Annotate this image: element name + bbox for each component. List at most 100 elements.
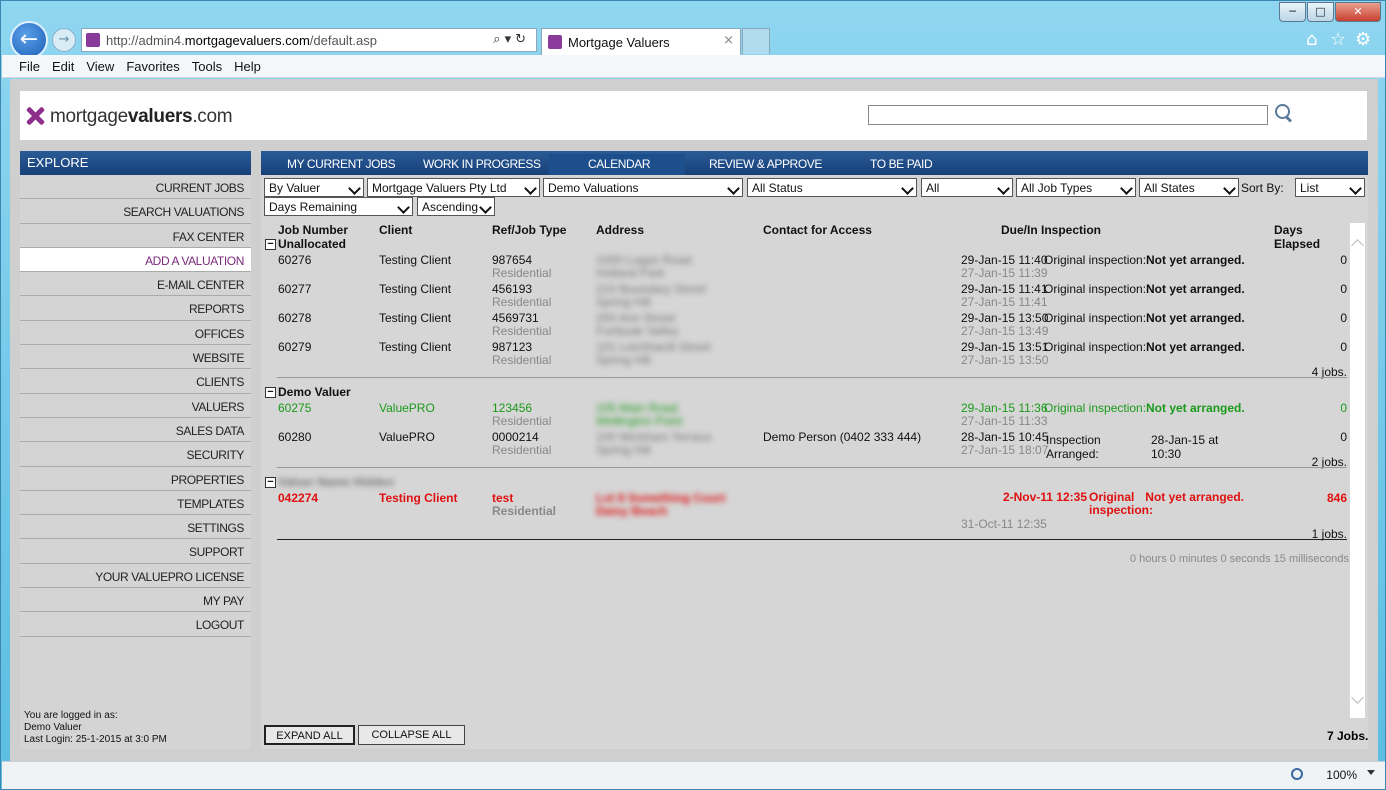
job-types-select[interactable]: All Job Types bbox=[1016, 178, 1136, 197]
view-select[interactable]: List bbox=[1295, 178, 1365, 197]
client-cell: ValuePRO bbox=[379, 401, 435, 415]
job-number-link[interactable]: 60276 bbox=[278, 253, 311, 267]
scroll-down-icon[interactable] bbox=[1351, 691, 1364, 704]
job-number-link[interactable]: 60279 bbox=[278, 340, 311, 354]
states-select[interactable]: All States bbox=[1139, 178, 1239, 197]
sidebar-item-valuers[interactable]: VALUERS bbox=[20, 394, 251, 418]
menu-file[interactable]: File bbox=[2, 55, 46, 74]
sidebar-item-e-mail-center[interactable]: E-MAIL CENTER bbox=[20, 272, 251, 297]
collapse-group-icon[interactable]: − bbox=[265, 239, 276, 250]
days-select[interactable]: Days Remaining bbox=[264, 197, 413, 216]
logo-text[interactable]: mortgagevaluers.com bbox=[50, 106, 233, 128]
in-date: 27-Jan-15 11:41 bbox=[961, 295, 1048, 309]
days-elapsed: 0 bbox=[1340, 340, 1347, 354]
minimize-button[interactable]: ─ bbox=[1279, 2, 1306, 22]
logo-icon[interactable] bbox=[24, 105, 46, 127]
menu-favorites[interactable]: Favorites bbox=[120, 55, 185, 74]
address-tools-icon[interactable]: ⌕▾↻ bbox=[493, 32, 530, 47]
collapse-group-icon[interactable]: − bbox=[265, 477, 276, 488]
col-address[interactable]: Address bbox=[596, 223, 644, 237]
collapse-group-icon[interactable]: − bbox=[265, 387, 276, 398]
sidebar-item-security[interactable]: SECURITY bbox=[20, 442, 251, 467]
all-select[interactable]: All bbox=[921, 178, 1013, 197]
sidebar-item-settings[interactable]: SETTINGS bbox=[20, 515, 251, 540]
tab-my-current-jobs[interactable]: MY CURRENT JOBS bbox=[287, 157, 396, 171]
ref-cell: 4569731 bbox=[492, 311, 539, 325]
group-header: Demo Valuer bbox=[278, 385, 351, 399]
inspection-status: Not yet arranged. bbox=[1146, 401, 1245, 415]
zoom-dropdown-icon[interactable] bbox=[1367, 770, 1375, 775]
valuations-select[interactable]: Demo Valuations bbox=[543, 178, 743, 197]
scroll-up-icon[interactable] bbox=[1351, 239, 1364, 252]
sidebar-item-fax-center[interactable]: FAX CENTER bbox=[20, 224, 251, 248]
menu-edit[interactable]: Edit bbox=[46, 55, 80, 74]
company-select[interactable]: Mortgage Valuers Pty Ltd bbox=[367, 178, 540, 197]
tab-calendar[interactable]: CALENDAR bbox=[588, 157, 651, 171]
menu-help[interactable]: Help bbox=[228, 55, 267, 74]
job-number-link[interactable]: 60278 bbox=[278, 311, 311, 325]
collapse-all-button[interactable]: COLLAPSE ALL bbox=[358, 725, 465, 745]
sidebar-item-clients[interactable]: CLIENTS bbox=[20, 369, 251, 394]
tab-review-approve[interactable]: REVIEW & APPROVE bbox=[709, 157, 822, 171]
col-elapsed[interactable]: Days Elapsed bbox=[1274, 223, 1349, 251]
browser-tab[interactable]: Mortgage Valuers × bbox=[541, 28, 741, 55]
by-valuer-select[interactable]: By Valuer bbox=[264, 178, 364, 197]
col-ref[interactable]: Ref/Job Type bbox=[492, 223, 566, 237]
maximize-button[interactable]: □ bbox=[1307, 2, 1334, 22]
menu-tools[interactable]: Tools bbox=[186, 55, 228, 74]
tab-close-icon[interactable]: × bbox=[723, 33, 734, 48]
job-number-link[interactable]: 60275 bbox=[278, 401, 311, 415]
job-number-link[interactable]: 042274 bbox=[278, 491, 318, 505]
sort-by-label: Sort By: bbox=[1241, 181, 1284, 195]
vertical-scrollbar[interactable] bbox=[1350, 223, 1365, 718]
order-select[interactable]: Ascending bbox=[417, 197, 495, 216]
sidebar-item-reports[interactable]: REPORTS bbox=[20, 296, 251, 321]
zoom-level[interactable]: 100% bbox=[1326, 768, 1357, 782]
job-type-cell: Residential bbox=[492, 266, 552, 280]
favorites-star-icon[interactable]: ☆ bbox=[1330, 29, 1346, 50]
job-type-cell: Residential bbox=[492, 324, 552, 338]
tab-to-be-paid[interactable]: TO BE PAID bbox=[870, 157, 933, 171]
sidebar-item-offices[interactable]: OFFICES bbox=[20, 321, 251, 346]
close-window-button[interactable]: ✕ bbox=[1335, 2, 1381, 22]
group-header: Valuer Name Hidden bbox=[278, 475, 395, 489]
job-number-link[interactable]: 60280 bbox=[278, 430, 311, 444]
sidebar-item-properties[interactable]: PROPERTIES bbox=[20, 467, 251, 491]
site-header: mortgagevaluers.com bbox=[20, 91, 1367, 140]
sidebar-item-your-valuepro-license[interactable]: YOUR VALUEPRO LICENSE bbox=[20, 564, 251, 589]
timing-text: 0 hours 0 minutes 0 seconds 15 milliseco… bbox=[1130, 553, 1349, 565]
sidebar-item-add-a-valuation[interactable]: ADD A VALUATION bbox=[20, 247, 251, 273]
zoom-icon[interactable] bbox=[1291, 768, 1303, 780]
page-content: mortgagevaluers.com EXPLORE CURRENT JOBS… bbox=[10, 79, 1378, 761]
sidebar-item-my-pay[interactable]: MY PAY bbox=[20, 588, 251, 613]
sidebar-item-current-jobs[interactable]: CURRENT JOBS bbox=[20, 175, 251, 200]
col-contact[interactable]: Contact for Access bbox=[763, 223, 872, 237]
col-due[interactable]: Due/In Inspection bbox=[1001, 223, 1101, 237]
main-tabs: MY CURRENT JOBS WORK IN PROGRESS CALENDAR R… bbox=[261, 151, 1368, 175]
address-line1: 1000 Logan Road bbox=[596, 253, 692, 267]
sidebar-item-sales-data[interactable]: SALES DATA bbox=[20, 418, 251, 443]
address-bar[interactable]: http://admin4.mortgagevaluers.com/defaul… bbox=[81, 28, 537, 52]
in-date: 27-Jan-15 11:39 bbox=[961, 266, 1048, 280]
sidebar-item-logout[interactable]: LOGOUT bbox=[20, 612, 251, 637]
sidebar-item-search-valuations[interactable]: SEARCH VALUATIONS bbox=[20, 199, 251, 224]
sidebar-item-templates[interactable]: TEMPLATES bbox=[20, 491, 251, 516]
job-number-link[interactable]: 60277 bbox=[278, 282, 311, 296]
back-icon[interactable]: ← bbox=[10, 21, 48, 59]
sidebar-item-website[interactable]: WEBSITE bbox=[20, 345, 251, 370]
address-line1: Lot 8 Something Court bbox=[596, 491, 726, 505]
status-select[interactable]: All Status bbox=[747, 178, 917, 197]
due-date: 29-Jan-15 11:36 bbox=[961, 401, 1048, 415]
col-client[interactable]: Client bbox=[379, 223, 412, 237]
col-job-number[interactable]: Job Number bbox=[278, 223, 348, 237]
search-icon[interactable] bbox=[1274, 103, 1296, 125]
new-tab-button[interactable] bbox=[742, 28, 770, 54]
tab-work-in-progress[interactable]: WORK IN PROGRESS bbox=[423, 157, 541, 171]
menu-view[interactable]: View bbox=[80, 55, 120, 74]
site-search-input[interactable] bbox=[868, 105, 1268, 125]
home-icon[interactable]: ⌂ bbox=[1306, 29, 1317, 50]
forward-icon[interactable]: → bbox=[52, 28, 76, 52]
expand-all-button[interactable]: EXPAND ALL bbox=[264, 725, 355, 745]
sidebar-item-support[interactable]: SUPPORT bbox=[20, 539, 251, 564]
settings-gear-icon[interactable]: ⚙ bbox=[1355, 29, 1371, 50]
